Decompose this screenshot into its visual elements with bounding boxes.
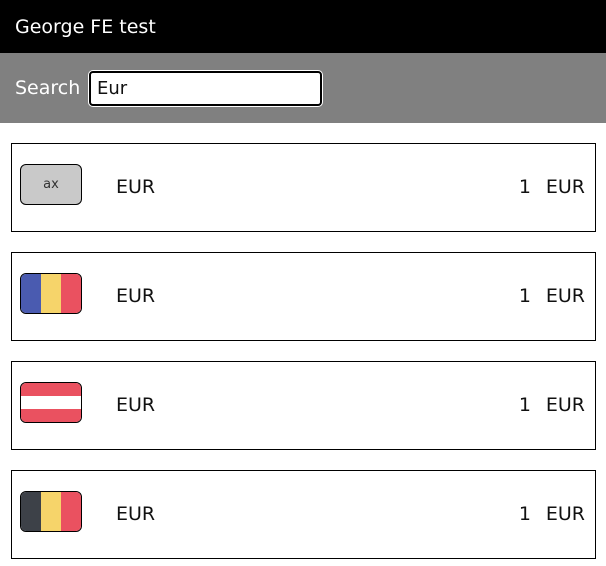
flag-stripe — [21, 383, 81, 396]
app-title: George FE test — [15, 15, 156, 38]
currency-code: EUR — [116, 176, 156, 198]
flag-stripe — [21, 396, 81, 409]
currency-row[interactable]: EUR 1 EUR — [11, 252, 596, 341]
flag-stripe — [41, 492, 61, 531]
currency-unit: EUR — [545, 285, 585, 307]
flag-icon — [20, 382, 82, 423]
amount: 1 — [518, 394, 531, 416]
flag-stripe — [21, 409, 81, 422]
currency-row[interactable]: EUR 1 EUR — [11, 361, 596, 450]
currency-unit: EUR — [545, 503, 585, 525]
currency-unit: EUR — [545, 176, 585, 198]
flag-stripe — [21, 492, 41, 531]
flag-text: ax — [43, 177, 59, 192]
currency-code: EUR — [116, 503, 156, 525]
flag-stripe — [61, 492, 81, 531]
title-bar: George FE test — [0, 0, 606, 53]
flag-stripe — [41, 274, 61, 313]
amount: 1 — [518, 503, 531, 525]
amount: 1 — [518, 285, 531, 307]
currency-row[interactable]: EUR 1 EUR — [11, 470, 596, 559]
currency-list: ax EUR 1 EUR EUR 1 EUR EUR 1 EUR EUR 1 E… — [0, 123, 606, 559]
currency-row[interactable]: ax EUR 1 EUR — [11, 143, 596, 232]
currency-code: EUR — [116, 394, 156, 416]
flag-icon: ax — [20, 164, 82, 205]
flag-stripe — [61, 274, 81, 313]
currency-unit: EUR — [545, 394, 585, 416]
flag-stripe — [21, 274, 41, 313]
search-bar: Search — [0, 53, 606, 123]
currency-code: EUR — [116, 285, 156, 307]
amount: 1 — [518, 176, 531, 198]
flag-icon — [20, 273, 82, 314]
search-input[interactable] — [89, 70, 322, 106]
search-label: Search — [15, 77, 81, 99]
flag-icon — [20, 491, 82, 532]
